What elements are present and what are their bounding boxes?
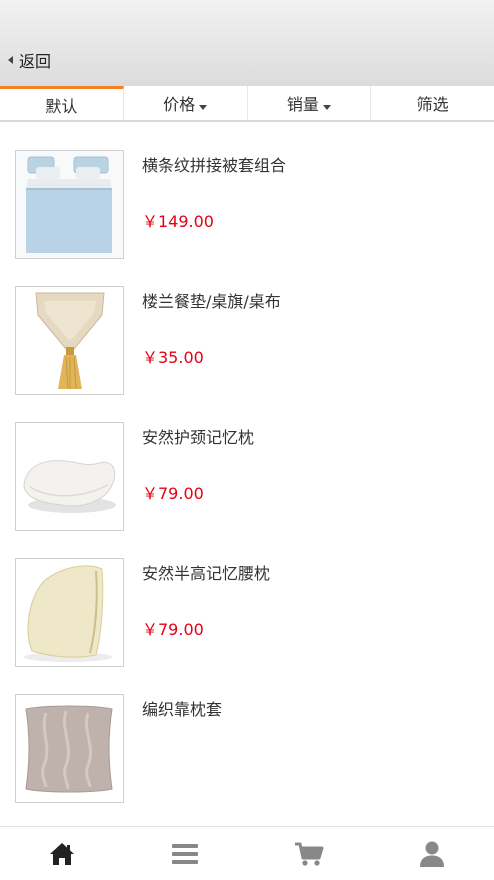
user-icon — [420, 841, 445, 867]
product-item[interactable]: 横条纹拼接被套组合 ￥149.00 — [0, 122, 494, 259]
product-name: 安然半高记忆腰枕 — [142, 564, 271, 583]
product-image-memory-pillow — [15, 422, 124, 531]
product-image-knit-cushion — [15, 694, 124, 803]
product-price: ￥79.00 — [142, 620, 204, 639]
product-item[interactable]: 楼兰餐垫/桌旗/桌布 ￥35.00 — [0, 258, 494, 395]
tab-filter[interactable]: 筛选 — [371, 86, 494, 120]
tab-default[interactable]: 默认 — [0, 86, 124, 120]
product-price: ￥35.00 — [142, 348, 204, 367]
sort-tabs: 默认 价格 销量 筛选 — [0, 86, 494, 122]
product-name: 横条纹拼接被套组合 — [142, 156, 287, 175]
nav-profile[interactable] — [371, 827, 494, 880]
caret-down-icon — [322, 104, 331, 110]
bottom-nav — [0, 826, 494, 880]
tab-label: 价格 — [163, 95, 196, 114]
tab-label: 筛选 — [416, 95, 449, 114]
product-name: 编织靠枕套 — [142, 700, 223, 719]
caret-down-icon — [199, 104, 208, 110]
tab-sales[interactable]: 销量 — [248, 86, 372, 120]
nav-categories[interactable] — [124, 827, 248, 880]
product-name: 楼兰餐垫/桌旗/桌布 — [142, 292, 281, 311]
product-image-table-runner — [15, 286, 124, 395]
product-price: ￥149.00 — [142, 212, 214, 231]
top-bar: 返回 — [0, 0, 494, 86]
tab-price[interactable]: 价格 — [124, 86, 248, 120]
product-item[interactable]: 安然半高记忆腰枕 ￥79.00 — [0, 530, 494, 667]
product-item[interactable]: 安然护颈记忆枕 ￥79.00 — [0, 394, 494, 531]
product-image-lumbar-pillow — [15, 558, 124, 667]
product-price: ￥79.00 — [142, 484, 204, 503]
menu-icon — [172, 843, 199, 864]
back-button[interactable]: 返回 — [8, 48, 51, 72]
back-label: 返回 — [19, 52, 52, 71]
product-name: 安然护颈记忆枕 — [142, 428, 255, 447]
product-item[interactable]: 编织靠枕套 — [0, 666, 494, 803]
product-list: 横条纹拼接被套组合 ￥149.00 楼兰餐垫/桌旗/桌布 ￥35.00 安然护颈… — [0, 122, 494, 826]
nav-cart[interactable] — [247, 827, 371, 880]
home-icon — [49, 842, 74, 865]
tab-label: 默认 — [45, 96, 78, 116]
product-image-bedding-set — [15, 150, 124, 259]
back-arrow-icon — [8, 56, 13, 64]
nav-home[interactable] — [0, 827, 124, 880]
cart-icon — [294, 842, 324, 866]
tab-label: 销量 — [286, 95, 319, 114]
